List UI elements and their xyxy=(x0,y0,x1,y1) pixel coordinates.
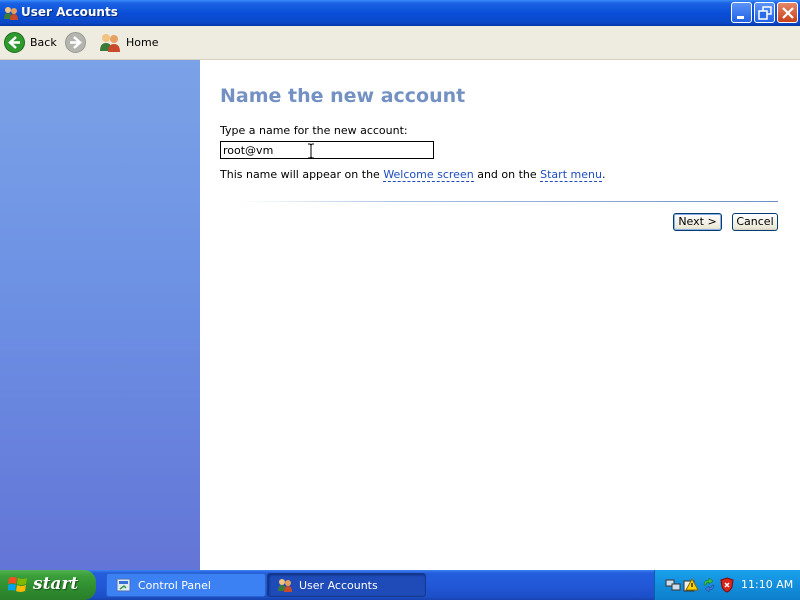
start-label: start xyxy=(33,574,79,594)
user-accounts-icon xyxy=(4,7,18,20)
welcome-screen-link[interactable]: Welcome screen xyxy=(383,168,474,182)
window-titlebar[interactable]: User Accounts xyxy=(0,0,800,26)
back-label: Back xyxy=(30,35,57,49)
taskbar-item-label: Control Panel xyxy=(138,578,211,592)
back-arrow-icon xyxy=(4,31,25,53)
name-prompt-label: Type a name for the new account: xyxy=(220,124,408,137)
taskbar-clock: 11:10 AM xyxy=(741,578,794,591)
hint-text-middle: and on the xyxy=(473,168,541,181)
taskbar: start Control Panel User Accounts 11:10 … xyxy=(0,570,800,600)
next-button[interactable]: Next > xyxy=(673,213,722,231)
forward-arrow-icon xyxy=(65,31,86,53)
control-panel-icon xyxy=(116,578,131,592)
start-menu-link[interactable]: Start menu xyxy=(540,168,602,182)
taskbar-item-user-accounts[interactable]: User Accounts xyxy=(267,573,426,597)
name-hint-text: This name will appear on the Welcome scr… xyxy=(220,168,606,182)
hint-text-end: . xyxy=(601,168,606,181)
cancel-button[interactable]: Cancel xyxy=(732,213,778,231)
main-content: Name the new account Type a name for the… xyxy=(200,60,800,570)
close-icon xyxy=(782,7,794,19)
window-title: User Accounts xyxy=(21,5,118,19)
system-tray: 11:10 AM xyxy=(654,570,800,600)
text-cursor-icon xyxy=(308,143,314,159)
network-icon[interactable] xyxy=(665,577,681,593)
hint-text-start: This name will appear on the xyxy=(220,168,384,181)
close-button[interactable] xyxy=(777,2,798,23)
taskbar-item-control-panel[interactable]: Control Panel xyxy=(106,573,266,597)
minimize-icon xyxy=(737,16,744,19)
security-shield-icon[interactable] xyxy=(719,577,735,593)
home-label: Home xyxy=(126,35,159,49)
user-accounts-icon xyxy=(278,579,292,592)
windows-logo-icon xyxy=(8,577,27,592)
forward-button[interactable] xyxy=(65,29,86,55)
divider xyxy=(240,201,778,202)
home-button[interactable]: Home xyxy=(99,29,158,55)
start-button[interactable]: start xyxy=(0,570,96,600)
navigation-toolbar: Back Home xyxy=(0,26,800,60)
taskbar-item-label: User Accounts xyxy=(299,578,378,592)
page-title: Name the new account xyxy=(220,85,466,107)
minimize-button[interactable] xyxy=(731,2,752,23)
home-users-icon xyxy=(100,34,120,52)
maximize-button[interactable] xyxy=(754,2,775,23)
account-name-input[interactable] xyxy=(220,141,434,159)
restore-icon xyxy=(758,6,772,20)
left-task-panel xyxy=(0,60,200,570)
back-button[interactable]: Back xyxy=(4,29,57,55)
security-alert-icon[interactable] xyxy=(683,577,699,593)
update-icon[interactable] xyxy=(701,577,717,593)
